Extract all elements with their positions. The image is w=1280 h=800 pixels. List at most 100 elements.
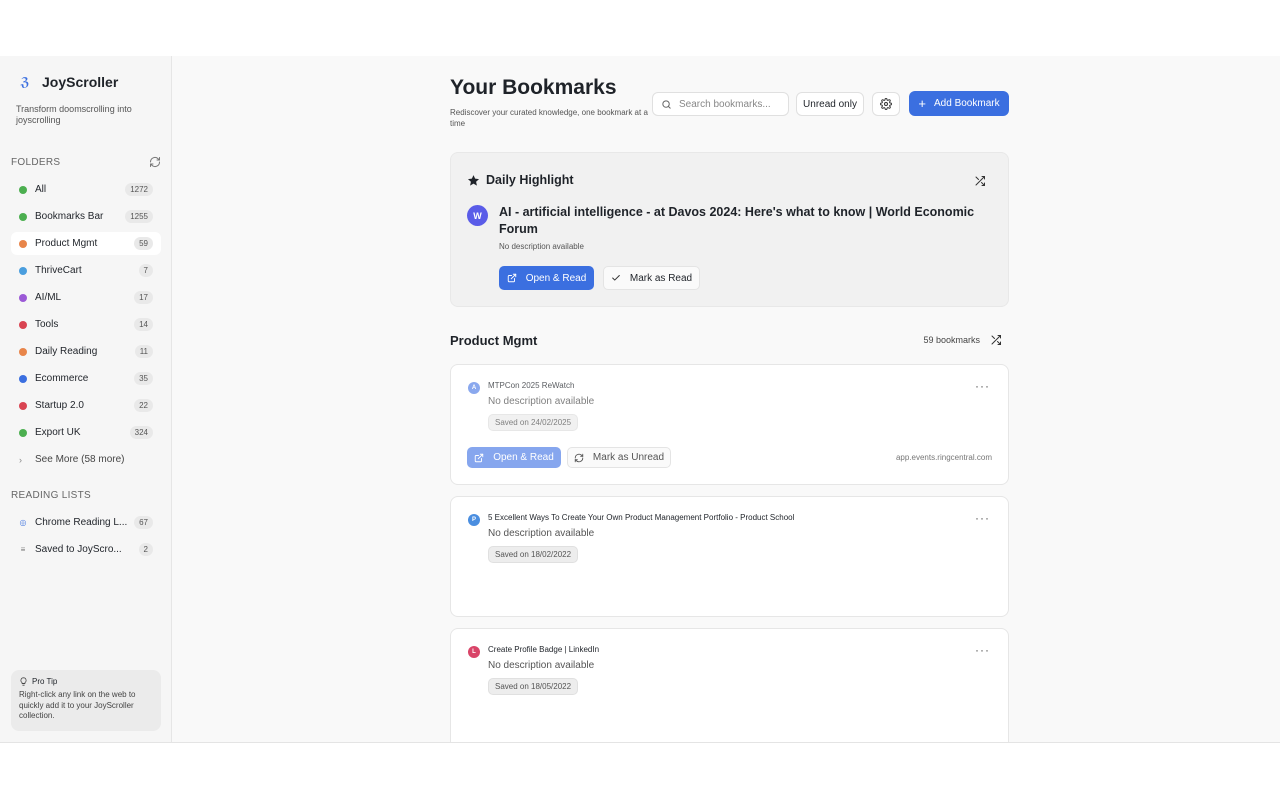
sidebar-item-thrivecart[interactable]: ThriveCart 7	[11, 259, 161, 282]
reading-lists-heading: READING LISTS	[11, 490, 92, 501]
section-title: Product Mgmt	[450, 333, 538, 348]
refresh-icon[interactable]	[149, 156, 161, 168]
see-more-button[interactable]: › See More (58 more)	[11, 448, 161, 471]
pro-tip: Pro Tip Right-click any link on the web …	[11, 670, 161, 731]
bookmark-title[interactable]: Create Profile Badge | LinkedIn	[488, 645, 599, 654]
folder-color-dot	[19, 293, 27, 302]
folder-color-dot	[19, 320, 27, 329]
mark-as-read-button[interactable]: Mark as Read	[603, 266, 700, 290]
external-link-icon	[507, 273, 516, 283]
reading-list: ◎ Chrome Reading L... 67 ≡ Saved to JoyS…	[11, 511, 161, 565]
bookmark-title[interactable]: MTPCon 2025 ReWatch	[488, 381, 574, 390]
site-avatar: P	[468, 514, 480, 526]
settings-button[interactable]	[872, 92, 900, 116]
shuffle-icon[interactable]	[990, 334, 1002, 346]
saved-date-badge: Saved on 18/02/2022	[488, 546, 579, 563]
folder-count: 7	[138, 264, 153, 277]
page-title: Your Bookmarks	[450, 76, 617, 99]
folder-count: 22	[134, 399, 153, 412]
folder-label: Export UK	[35, 427, 81, 438]
open-and-read-button[interactable]: Open & Read	[467, 447, 561, 468]
folder-label: AI/ML	[35, 292, 62, 303]
saved-date-badge: Saved on 18/05/2022	[488, 678, 579, 695]
check-icon	[612, 275, 620, 281]
unread-only-toggle[interactable]: Unread only	[796, 92, 864, 116]
highlight-title[interactable]: AI - artificial intelligence - at Davos …	[499, 204, 979, 238]
bookmark-card[interactable]: L Create Profile Badge | LinkedIn No des…	[450, 628, 1009, 742]
add-bookmark-button[interactable]: + Add Bookmark	[909, 91, 1009, 116]
more-options-icon[interactable]: ···	[975, 380, 990, 392]
reading-lists-header: READING LISTS	[11, 490, 161, 501]
sidebar-item-chrome-reading-list[interactable]: ◎ Chrome Reading L... 67	[11, 511, 161, 534]
search-input[interactable]	[679, 98, 784, 110]
highlight-description: No description available	[499, 242, 584, 251]
folders-header: FOLDERS	[11, 156, 161, 168]
folder-color-dot	[19, 239, 27, 248]
reading-list-label: Chrome Reading L...	[35, 517, 128, 528]
sidebar-item-tools[interactable]: Tools 14	[11, 313, 161, 336]
folder-count: 59	[134, 237, 153, 250]
brand[interactable]: ℨ JoyScroller	[16, 74, 118, 90]
folder-label: Ecommerce	[35, 373, 89, 384]
folder-count: 11	[134, 345, 153, 358]
folder-color-dot	[19, 266, 27, 275]
shuffle-icon[interactable]	[974, 175, 986, 187]
folder-color-dot	[19, 347, 27, 356]
folder-color-dot	[19, 428, 27, 437]
folder-count: 14	[134, 318, 153, 331]
folder-label: Startup 2.0	[35, 400, 84, 411]
sidebar-item-startup[interactable]: Startup 2.0 22	[11, 394, 161, 417]
sidebar-item-all[interactable]: All 1272	[11, 178, 161, 201]
folder-count: 1255	[125, 210, 153, 223]
reading-list-label: Saved to JoyScro...	[35, 544, 122, 555]
open-and-read-button[interactable]: Open & Read	[499, 266, 594, 290]
bookmark-domain: app.events.ringcentral.com	[895, 453, 992, 462]
reading-list-count: 67	[134, 516, 153, 529]
logo-icon: ℨ	[20, 75, 30, 89]
sidebar-item-ai-ml[interactable]: AI/ML 17	[11, 286, 161, 309]
app-window: ℨ JoyScroller Transform doomscrolling in…	[0, 56, 1280, 743]
bookmark-description: No description available	[488, 528, 595, 539]
more-options-icon[interactable]: ···	[975, 644, 990, 656]
search-icon	[662, 99, 671, 109]
sidebar-item-saved-to-joyscroller[interactable]: ≡ Saved to JoyScro... 2	[11, 538, 161, 561]
saved-date-badge: Saved on 24/02/2025	[488, 414, 579, 431]
refresh-icon	[574, 453, 584, 462]
more-options-icon[interactable]: ···	[975, 512, 990, 524]
sidebar-item-daily-reading[interactable]: Daily Reading 11	[11, 340, 161, 363]
plus-icon: +	[918, 95, 926, 111]
folder-label: Bookmarks Bar	[35, 211, 104, 222]
bookmark-card[interactable]: P 5 Excellent Ways To Create Your Own Pr…	[450, 496, 1009, 617]
sidebar-item-export-uk[interactable]: Export UK 324	[11, 421, 161, 444]
brand-tagline: Transform doomscrolling into joyscrollin…	[16, 104, 132, 125]
star-icon	[467, 174, 480, 186]
bookmark-description: No description available	[488, 660, 595, 671]
bookmark-title[interactable]: 5 Excellent Ways To Create Your Own Prod…	[488, 513, 794, 522]
sidebar-item-product-mgmt[interactable]: Product Mgmt 59	[11, 232, 161, 255]
mark-as-unread-button[interactable]: Mark as Unread	[567, 447, 671, 468]
sidebar-item-ecommerce[interactable]: Ecommerce 35	[11, 367, 161, 390]
mark-as-read-label: Mark as Read	[629, 272, 693, 284]
open-and-read-label: Open & Read	[525, 272, 587, 284]
folder-count: 1272	[125, 183, 153, 196]
folder-color-dot	[19, 401, 27, 410]
daily-highlight-card: Daily Highlight W AI - artificial intell…	[450, 152, 1009, 307]
lightbulb-icon	[20, 677, 27, 686]
open-and-read-label: Open & Read	[493, 452, 554, 463]
folder-label: Daily Reading	[35, 346, 98, 357]
site-avatar: A	[468, 382, 480, 394]
main-content: Your Bookmarks Rediscover your curated k…	[450, 56, 1010, 742]
folder-list: All 1272 Bookmarks Bar 1255 Product Mgmt…	[11, 178, 161, 475]
folder-color-dot	[19, 374, 27, 383]
sidebar: ℨ JoyScroller Transform doomscrolling in…	[0, 56, 172, 742]
reading-list-count: 2	[138, 543, 153, 556]
external-link-icon	[474, 453, 484, 462]
folder-color-dot	[19, 185, 27, 194]
sidebar-item-bookmarks-bar[interactable]: Bookmarks Bar 1255	[11, 205, 161, 228]
folder-count: 35	[134, 372, 153, 385]
search-box[interactable]	[652, 92, 789, 116]
chevron-right-icon: ›	[19, 454, 22, 465]
folder-count: 324	[129, 426, 153, 439]
add-bookmark-label: Add Bookmark	[934, 98, 1000, 109]
bookmark-card[interactable]: A MTPCon 2025 ReWatch No description ava…	[450, 364, 1009, 485]
